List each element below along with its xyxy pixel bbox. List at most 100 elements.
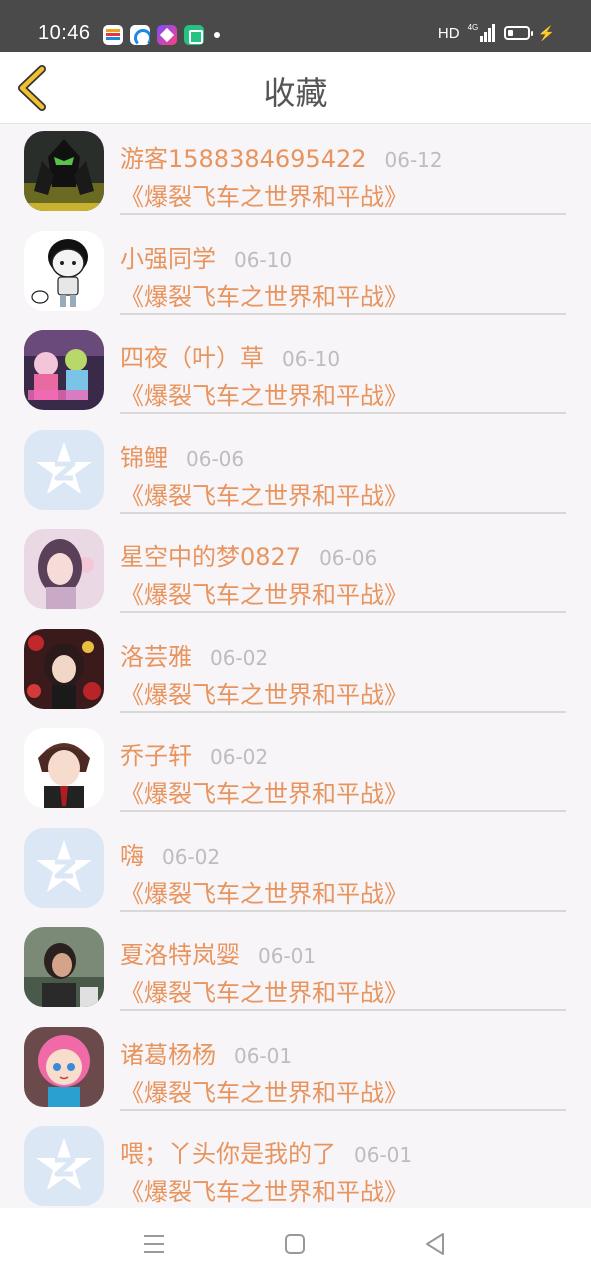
row-header: 星空中的梦0827 06-06 xyxy=(120,537,566,572)
game-title: 《爆裂飞车之世界和平战》 xyxy=(120,879,408,908)
favorite-row[interactable]: 游客1588384695422 06-12 《爆裂飞车之世界和平战》 xyxy=(0,125,591,225)
favorite-date: 06-01 xyxy=(234,1043,293,1068)
favorite-date: 06-12 xyxy=(384,148,443,172)
favorite-date: 06-06 xyxy=(186,446,245,471)
row-text: 洛芸雅 06-02 《爆裂飞车之世界和平战》 xyxy=(120,637,566,710)
row-header: 游客1588384695422 06-12 xyxy=(120,139,566,174)
favorite-row[interactable]: 洛芸雅 06-02 《爆裂飞车之世界和平战》 xyxy=(0,623,591,723)
favorite-date: 06-10 xyxy=(282,347,341,371)
user-name: 夏洛特岚婴 xyxy=(120,941,240,969)
user-name: 洛芸雅 xyxy=(120,642,192,671)
avatar[interactable] xyxy=(24,628,104,709)
default-qq-avatar xyxy=(24,827,104,908)
row-header: 嗨 06-02 xyxy=(120,836,566,871)
user-name: 诸葛杨杨 xyxy=(120,1040,216,1069)
chat-app-icon xyxy=(184,25,204,45)
user-name: 星空中的梦0827 xyxy=(120,543,302,571)
menu-icon xyxy=(144,1235,164,1253)
avatar[interactable] xyxy=(24,330,104,410)
avatar[interactable] xyxy=(24,927,104,1007)
anime-boy-avatar xyxy=(24,728,104,808)
avatar[interactable] xyxy=(24,529,104,609)
divider xyxy=(120,1108,566,1111)
row-text: 星空中的梦0827 06-06 《爆裂飞车之世界和平战》 xyxy=(120,537,566,610)
row-header: 洛芸雅 06-02 xyxy=(120,637,566,672)
game-title: 《爆裂飞车之世界和平战》 xyxy=(120,780,408,808)
default-qq-avatar xyxy=(24,1126,104,1206)
favorite-row[interactable]: 诸葛杨杨 06-01 《爆裂飞车之世界和平战》 xyxy=(0,1021,591,1121)
favorite-row[interactable]: 小强同学 06-10 《爆裂飞车之世界和平战》 xyxy=(0,225,591,325)
anime-girl-roses-avatar xyxy=(24,628,104,709)
calendar-app-icon xyxy=(103,25,123,45)
row-header: 夏洛特岚婴 06-01 xyxy=(120,935,566,970)
divider xyxy=(120,511,566,514)
pink-girl-avatar xyxy=(24,529,104,609)
favorite-row[interactable]: 乔子轩 06-02 《爆裂飞车之世界和平战》 xyxy=(0,722,591,822)
status-indicators: HD 4G ⚡ xyxy=(438,24,555,42)
row-text: 夏洛特岚婴 06-01 《爆裂飞车之世界和平战》 xyxy=(120,935,566,1008)
game-title: 《爆裂飞车之世界和平战》 xyxy=(120,979,408,1007)
avatar[interactable] xyxy=(24,230,104,311)
user-name: 锦鲤 xyxy=(120,443,168,472)
divider xyxy=(120,1009,566,1011)
more-notifications-dot-icon xyxy=(214,32,220,38)
avatar[interactable] xyxy=(24,1026,104,1107)
row-text: 喂；丫头你是我的了 06-01 《爆裂飞车之世界和平战》 xyxy=(120,1134,566,1207)
recent-apps-button[interactable] xyxy=(134,1228,174,1260)
divider xyxy=(120,412,566,414)
user-name: 四夜（叶）草 xyxy=(120,344,264,372)
user-name: 喂；丫头你是我的了 xyxy=(120,1140,336,1168)
row-text: 锦鲤 06-06 《爆裂飞车之世界和平战》 xyxy=(120,438,566,511)
favorite-date: 06-02 xyxy=(210,745,269,769)
notification-icons xyxy=(103,25,220,45)
row-header: 锦鲤 06-06 xyxy=(120,438,566,473)
row-text: 小强同学 06-10 《爆裂飞车之世界和平战》 xyxy=(120,239,566,312)
favorite-row[interactable]: 喂；丫头你是我的了 06-01 《爆裂飞车之世界和平战》 xyxy=(0,1120,591,1220)
divider xyxy=(120,810,566,812)
row-header: 喂；丫头你是我的了 06-01 xyxy=(120,1134,566,1169)
favorite-date: 06-01 xyxy=(354,1143,413,1167)
user-name: 游客1588384695422 xyxy=(120,145,367,173)
row-header: 乔子轩 06-02 xyxy=(120,736,566,771)
favorite-date: 06-02 xyxy=(210,645,269,670)
avatar[interactable] xyxy=(24,429,104,510)
favorite-date: 06-01 xyxy=(258,944,317,968)
game-title: 《爆裂飞车之世界和平战》 xyxy=(120,481,408,510)
favorite-row[interactable]: 嗨 06-02 《爆裂飞车之世界和平战》 xyxy=(0,822,591,922)
favorite-date: 06-10 xyxy=(234,247,293,272)
user-name: 乔子轩 xyxy=(120,742,192,770)
favorite-row[interactable]: 星空中的梦0827 06-06 《爆裂飞车之世界和平战》 xyxy=(0,523,591,623)
row-text: 乔子轩 06-02 《爆裂飞车之世界和平战》 xyxy=(120,736,566,809)
back-triangle-icon xyxy=(426,1233,444,1255)
row-text: 四夜（叶）草 06-10 《爆裂飞车之世界和平战》 xyxy=(120,338,566,411)
default-qq-avatar xyxy=(24,429,104,510)
home-button[interactable] xyxy=(275,1228,315,1260)
favorite-row[interactable]: 锦鲤 06-06 《爆裂飞车之世界和平战》 xyxy=(0,424,591,524)
game-title: 《爆裂飞车之世界和平战》 xyxy=(120,183,408,211)
favorites-list: 游客1588384695422 06-12 《爆裂飞车之世界和平战》 小强同学 06-1… xyxy=(0,125,591,1220)
cartoon-boy-avatar xyxy=(24,230,104,311)
divider xyxy=(120,312,566,315)
row-text: 游客1588384695422 06-12 《爆裂飞车之世界和平战》 xyxy=(120,139,566,212)
avatar[interactable] xyxy=(24,131,104,211)
favorite-row[interactable]: 夏洛特岚婴 06-01 《爆裂飞车之世界和平战》 xyxy=(0,921,591,1021)
game-title: 《爆裂飞车之世界和平战》 xyxy=(120,581,408,609)
avatar[interactable] xyxy=(24,728,104,808)
nav-back-button[interactable] xyxy=(415,1228,455,1260)
divider xyxy=(120,611,566,613)
row-text: 嗨 06-02 《爆裂飞车之世界和平战》 xyxy=(120,836,566,909)
signal-tag: 4G xyxy=(467,23,479,32)
avatar[interactable] xyxy=(24,1126,104,1206)
user-name: 小强同学 xyxy=(120,244,216,273)
hd-label: HD xyxy=(437,24,460,42)
charging-bolt-icon: ⚡ xyxy=(537,24,555,41)
pink-hair-doll-avatar xyxy=(24,1026,104,1107)
battery-icon xyxy=(503,26,533,40)
divider xyxy=(120,710,566,713)
favorite-row[interactable]: 四夜（叶）草 06-10 《爆裂飞车之世界和平战》 xyxy=(0,324,591,424)
avatar[interactable] xyxy=(24,827,104,908)
favorite-date: 06-02 xyxy=(162,844,221,869)
row-header: 诸葛杨杨 06-01 xyxy=(120,1035,566,1070)
game-title: 《爆裂飞车之世界和平战》 xyxy=(120,382,408,410)
row-text: 诸葛杨杨 06-01 《爆裂飞车之世界和平战》 xyxy=(120,1035,566,1108)
